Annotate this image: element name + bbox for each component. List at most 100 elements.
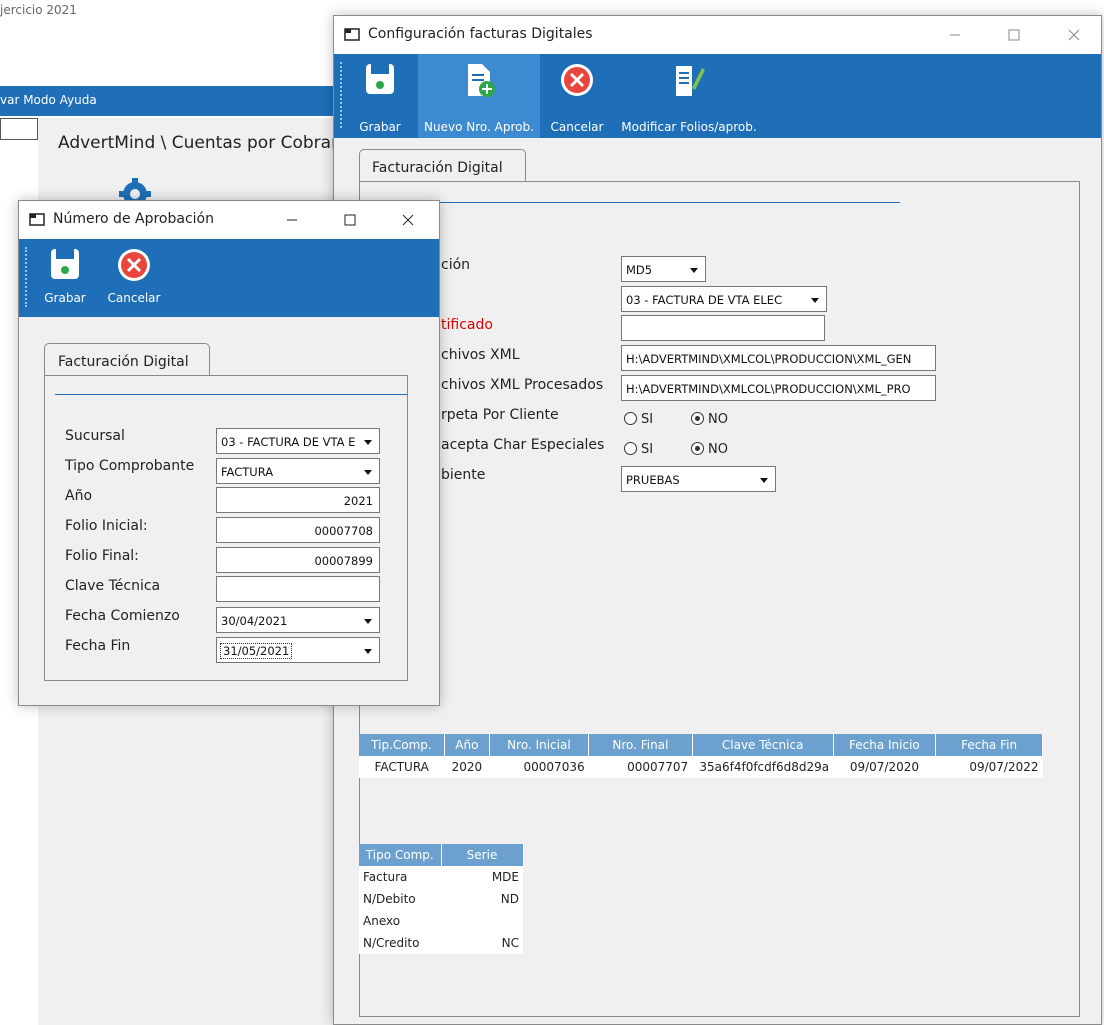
approvals-header[interactable]: Tip.Comp.	[359, 734, 445, 756]
anio-input[interactable]: 2021	[216, 487, 380, 513]
background-input[interactable]	[0, 118, 38, 140]
background-title-fragment: jercicio 2021	[0, 3, 77, 17]
fecha-fin-picker[interactable]: 31/05/2021	[216, 637, 380, 663]
approvals-cell: 00007707	[588, 756, 693, 778]
approvals-cell: 09/07/2020	[833, 756, 936, 778]
fecha-fin-value: 31/05/2021	[219, 643, 293, 659]
chevron-down-icon	[364, 619, 372, 624]
maximize-button[interactable]	[327, 201, 373, 239]
series-cell: Factura	[359, 866, 441, 888]
background-menu-item[interactable]: var Modo Ayuda	[0, 93, 97, 107]
approvals-cell: 35a6f4f0fcdf6d8d29a	[692, 756, 834, 778]
folio-final-input[interactable]: 00007899	[216, 547, 380, 573]
close-icon	[1068, 29, 1080, 41]
approvals-table: Tip.Comp. Año Nro. Inicial Nro. Final Clave …	[359, 734, 1043, 778]
save-button[interactable]: Grabar	[37, 239, 93, 317]
tab-label: Facturación Digital	[372, 160, 503, 176]
char-si-radio[interactable]: SI	[624, 442, 653, 457]
archivos-xml-procesados-input[interactable]: H:\ADVERTMIND\XMLCOL\PRODUCCION\XML_PRO	[621, 375, 936, 401]
sucursal-value: 03 - FACTURA DE VTA E	[221, 435, 356, 449]
approvals-header[interactable]: Fecha Inicio	[833, 734, 937, 756]
modify-folios-button[interactable]: Modificar Folios/aprob.	[614, 54, 764, 138]
approvals-header[interactable]: Fecha Fin	[935, 734, 1043, 756]
sucursal-select[interactable]: 03 - FACTURA DE VTA E	[216, 428, 380, 454]
tipo-comprobante-select[interactable]: FACTURA	[216, 458, 380, 484]
new-document-icon	[468, 64, 495, 97]
save-label: Grabar	[359, 120, 401, 134]
cancel-button[interactable]: Cancelar	[544, 54, 610, 138]
maximize-icon	[344, 214, 356, 226]
tab-facturacion-digital[interactable]: Facturación Digital	[44, 343, 210, 376]
save-button[interactable]: Grabar	[352, 54, 408, 138]
save-label: Grabar	[44, 291, 86, 305]
approvals-header[interactable]: Clave Técnica	[692, 734, 834, 756]
gear-icon[interactable]	[113, 172, 153, 206]
ambiente-value: PRUEBAS	[626, 473, 680, 487]
table-row[interactable]: N/Credito NC	[359, 932, 523, 954]
maximize-button[interactable]	[991, 16, 1037, 54]
encriptacion-select[interactable]: MD5	[621, 256, 706, 282]
approvals-header[interactable]: Nro. Inicial	[489, 734, 590, 756]
ambiente-select[interactable]: PRUEBAS	[621, 466, 776, 492]
approvals-header[interactable]: Año	[444, 734, 490, 756]
series-cell	[441, 910, 523, 932]
label-anio: Año	[65, 488, 93, 504]
label-certificado: tificado	[441, 317, 493, 333]
close-button[interactable]	[385, 201, 431, 239]
series-cell: NC	[441, 932, 523, 954]
label-archivos-xml-procesados: chivos XML Procesados	[441, 377, 604, 393]
chevron-down-icon	[760, 478, 768, 483]
minimize-button[interactable]	[269, 201, 315, 239]
chevron-down-icon	[364, 470, 372, 475]
cancel-button[interactable]: Cancelar	[103, 239, 165, 317]
divider	[55, 394, 407, 395]
tab-label: Facturación Digital	[58, 354, 189, 370]
char-no-radio[interactable]: NO	[691, 442, 728, 457]
label-encriptacion: ción	[441, 257, 471, 273]
sucursal-value: 03 - FACTURA DE VTA ELEC	[626, 293, 783, 307]
cancel-label: Cancelar	[550, 120, 604, 134]
new-approval-button[interactable]: Nuevo Nro. Aprob.	[418, 54, 540, 138]
label-archivos-xml: chivos XML	[441, 347, 520, 363]
clave-tecnica-input[interactable]	[216, 576, 380, 602]
certificado-input[interactable]	[621, 315, 825, 341]
encriptacion-value: MD5	[626, 263, 653, 277]
series-header[interactable]: Tipo Comp.	[359, 844, 442, 866]
carpeta-no-radio[interactable]: NO	[691, 412, 728, 427]
close-button[interactable]	[1051, 16, 1097, 54]
approval-window: Número de Aprobación Grabar Cancelar Fac…	[18, 200, 440, 706]
background-menu-bar: var Modo Ayuda	[0, 86, 340, 116]
cancel-icon	[561, 64, 593, 96]
minimize-button[interactable]	[932, 16, 978, 54]
radio-circle	[624, 442, 637, 455]
tab-facturacion-digital[interactable]: Facturación Digital	[359, 149, 526, 182]
radio-circle	[691, 442, 704, 455]
label-ambiente: biente	[441, 467, 486, 483]
config-window: Configuración facturas Digitales Grabar …	[333, 15, 1102, 1025]
label-fecha-comienzo: Fecha Comienzo	[65, 608, 180, 624]
table-row[interactable]: Anexo	[359, 910, 523, 932]
radio-label: NO	[708, 442, 728, 457]
minimize-icon	[950, 34, 960, 36]
carpeta-si-radio[interactable]: SI	[624, 412, 653, 427]
cancel-label: Cancelar	[107, 291, 161, 305]
table-row[interactable]: FACTURA 2020 00007036 00007707 35a6f4f0fcdf6…	[359, 756, 1043, 778]
config-window-title: Configuración facturas Digitales	[368, 26, 593, 42]
radio-label: SI	[641, 412, 654, 427]
cancel-icon	[118, 249, 150, 281]
save-icon	[366, 64, 394, 94]
folio-inicial-input[interactable]: 00007708	[216, 517, 380, 543]
series-header[interactable]: Serie	[441, 844, 524, 866]
fecha-comienzo-picker[interactable]: 30/04/2021	[216, 607, 380, 633]
radio-circle	[624, 412, 637, 425]
table-row[interactable]: Factura MDE	[359, 866, 523, 888]
window-icon	[29, 213, 45, 226]
approval-titlebar: Número de Aprobación	[19, 201, 439, 239]
table-row[interactable]: N/Debito ND	[359, 888, 523, 910]
sucursal-select[interactable]: 03 - FACTURA DE VTA ELEC	[621, 286, 827, 312]
modify-folios-label: Modificar Folios/aprob.	[621, 120, 757, 134]
chevron-down-icon	[364, 649, 372, 654]
approvals-header[interactable]: Nro. Final	[588, 734, 693, 756]
archivos-xml-input[interactable]: H:\ADVERTMIND\XMLCOL\PRODUCCION\XML_GEN	[621, 345, 936, 371]
tipo-comprobante-value: FACTURA	[221, 465, 274, 479]
